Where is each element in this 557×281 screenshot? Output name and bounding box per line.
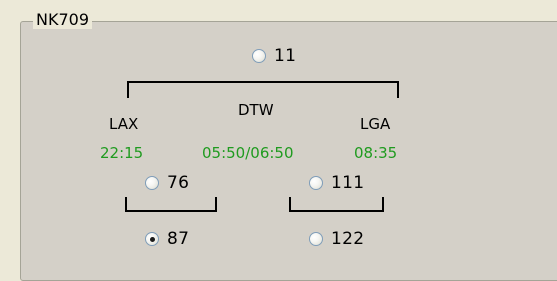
origin-code: LAX <box>109 115 139 133</box>
fare-option-left-76[interactable]: 76 <box>145 174 189 192</box>
radio-circle-left-76[interactable] <box>145 176 159 190</box>
left-segment-bracket <box>125 197 217 212</box>
connection-time: 05:50/06:50 <box>202 144 294 162</box>
fare-option-full-route[interactable]: 11 <box>252 47 296 65</box>
radio-circle-full-route[interactable] <box>252 49 266 63</box>
fare-option-left-87[interactable]: 87 <box>145 230 189 248</box>
fare-option-right-111-label: 111 <box>331 173 365 193</box>
destination-time: 08:35 <box>354 144 398 162</box>
fare-option-left-76-label: 76 <box>167 173 190 193</box>
origin-time: 22:15 <box>100 144 144 162</box>
destination-code: LGA <box>360 115 391 133</box>
right-segment-bracket <box>289 197 384 212</box>
radio-circle-right-111[interactable] <box>309 176 323 190</box>
fare-option-left-87-label: 87 <box>167 229 190 249</box>
fare-option-right-122[interactable]: 122 <box>309 230 364 248</box>
connection-code: DTW <box>238 101 274 119</box>
route-bracket-top <box>127 81 399 98</box>
group-title: NK709 <box>33 11 92 29</box>
fare-option-right-111[interactable]: 111 <box>309 174 364 192</box>
fare-option-right-122-label: 122 <box>331 229 365 249</box>
fare-option-full-route-label: 11 <box>274 46 297 66</box>
radio-circle-right-122[interactable] <box>309 232 323 246</box>
radio-circle-left-87[interactable] <box>145 232 159 246</box>
